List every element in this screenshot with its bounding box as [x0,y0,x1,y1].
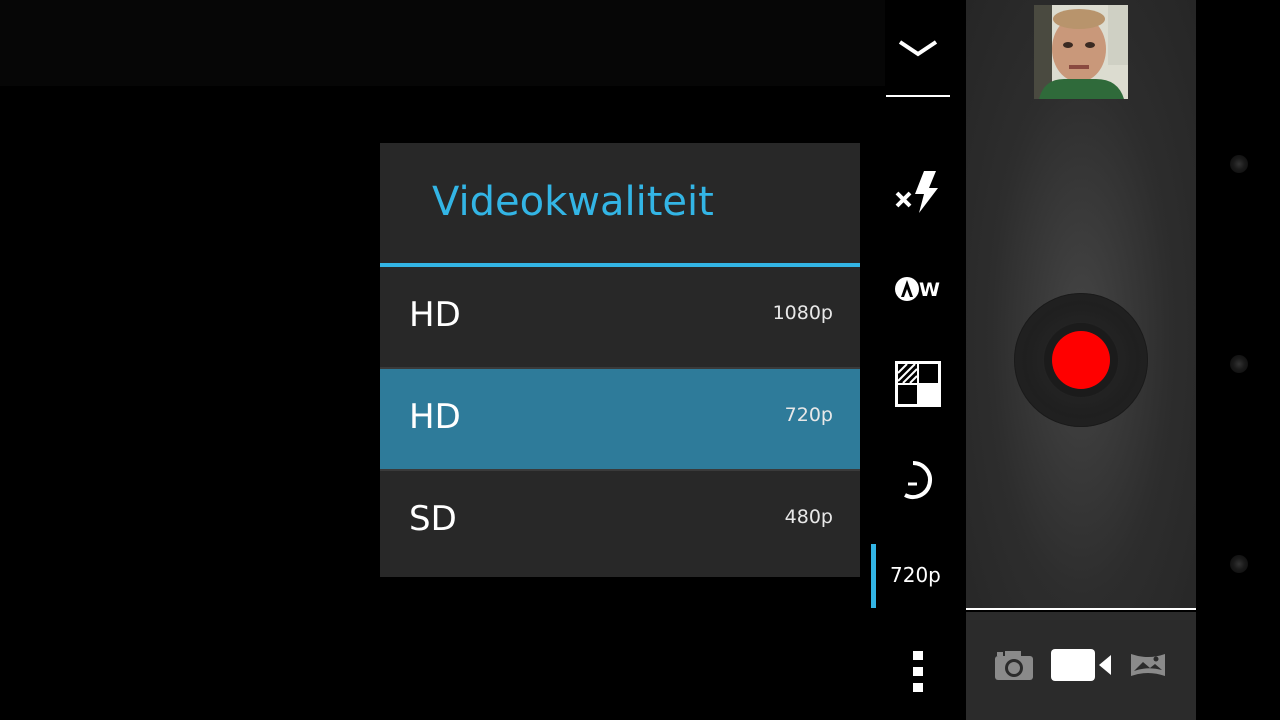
timer-button[interactable] [886,448,950,512]
dialog-title: Videokwaliteit [432,179,714,225]
nav-dot[interactable] [1230,355,1248,373]
quality-option-720p[interactable]: HD 720p [380,369,860,469]
quality-resolution: 480p [784,506,833,528]
current-resolution-label: 720p [890,563,941,587]
more-options-icon [913,651,923,692]
quality-resolution: 720p [784,404,833,426]
color-effect-icon [895,361,941,407]
quality-label: SD [409,499,457,539]
video-quality-dialog: Videokwaliteit HD 1080p HD 720p SD 480p [380,143,860,577]
settings-column: W 720p [870,0,966,720]
top-bar [0,0,885,86]
camera-icon [995,651,1033,680]
quality-resolution: 1080p [772,302,833,324]
color-effect-button[interactable] [886,352,950,416]
auto-white-balance-icon: W [895,277,940,301]
panorama-icon [1131,654,1165,676]
quality-option-480p[interactable]: SD 480p [380,471,860,571]
last-capture-thumbnail[interactable] [1034,5,1128,99]
flash-off-icon [895,171,938,213]
photo-mode-button[interactable] [990,644,1038,686]
panorama-mode-button[interactable] [1126,644,1170,686]
quality-label: HD [409,397,461,437]
chevron-down-icon [898,40,938,57]
video-mode-button[interactable] [1048,644,1114,686]
nav-dot[interactable] [1230,555,1248,573]
video-camera-icon [1051,649,1111,681]
record-icon [1052,331,1110,389]
quality-label: HD [409,295,461,335]
flash-button[interactable] [886,160,950,224]
timer-icon [904,461,932,499]
thumbnail-image [1034,5,1128,99]
nav-dot[interactable] [1230,155,1248,173]
quality-option-1080p[interactable]: HD 1080p [380,267,860,367]
settings-divider [886,95,950,97]
mode-divider [966,608,1196,610]
collapse-settings-button[interactable] [886,16,950,80]
more-options-button[interactable] [886,640,950,704]
svg-text:W: W [919,279,940,301]
white-balance-button[interactable]: W [886,256,950,320]
